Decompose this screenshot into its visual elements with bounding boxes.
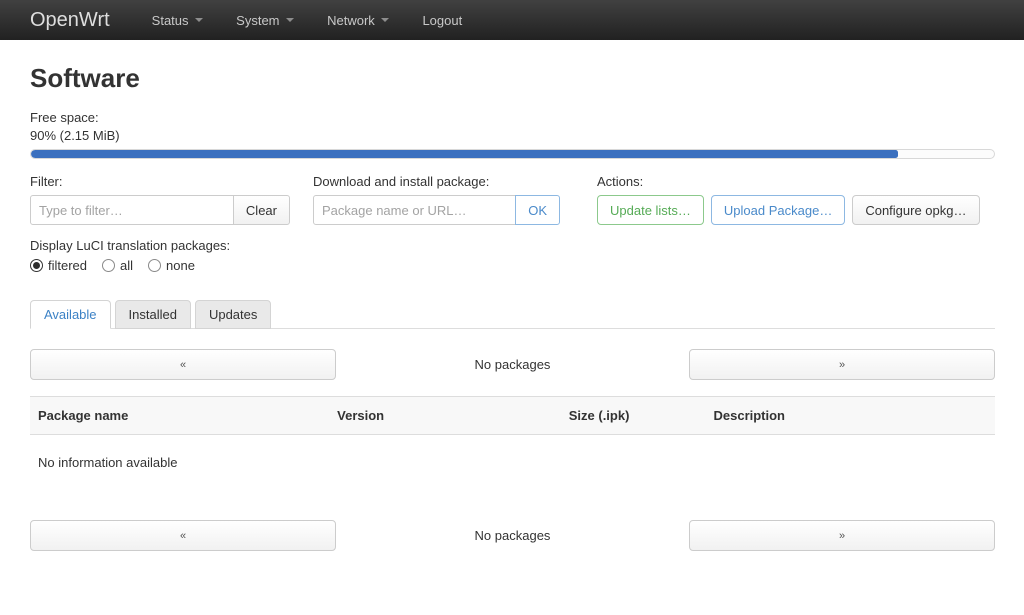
free-space-label: Free space: xyxy=(30,109,995,127)
configure-opkg-button[interactable]: Configure opkg… xyxy=(852,195,979,225)
pager-bottom: « No packages » xyxy=(30,520,995,551)
nav-item-status[interactable]: Status xyxy=(152,13,203,28)
nav-item-network[interactable]: Network xyxy=(327,13,389,28)
chevron-down-icon xyxy=(195,18,203,22)
table-header-row: Package name Version Size (.ipk) Descrip… xyxy=(30,396,995,435)
clear-button[interactable]: Clear xyxy=(233,195,290,225)
nav-item-system[interactable]: System xyxy=(236,13,293,28)
update-lists-button[interactable]: Update lists… xyxy=(597,195,704,225)
packages-table: Package name Version Size (.ipk) Descrip… xyxy=(30,396,995,482)
radio-icon xyxy=(148,259,161,272)
radio-icon xyxy=(102,259,115,272)
prev-page-button[interactable]: « xyxy=(30,349,336,380)
brand-logo[interactable]: OpenWrt xyxy=(30,9,110,32)
prev-page-button[interactable]: « xyxy=(30,520,336,551)
page-title: Software xyxy=(30,63,995,94)
nav-item-logout[interactable]: Logout xyxy=(422,13,462,28)
column-header-size: Size (.ipk) xyxy=(561,397,706,434)
translation-label: Display LuCI translation packages: xyxy=(30,238,995,253)
nav-system-label: System xyxy=(236,13,279,28)
radio-all-label: all xyxy=(120,258,133,273)
radio-none-label: none xyxy=(166,258,195,273)
radio-option-filtered[interactable]: filtered xyxy=(30,258,87,273)
free-space-value: 90% (2.15 MiB) xyxy=(30,127,995,145)
upload-package-button[interactable]: Upload Package… xyxy=(711,195,845,225)
free-space-section: Free space: 90% (2.15 MiB) xyxy=(30,109,995,159)
filter-section: Filter: Clear xyxy=(30,174,290,225)
free-space-progress-fill xyxy=(31,150,898,158)
column-header-version: Version xyxy=(329,397,561,434)
table-empty-message: No information available xyxy=(30,435,995,482)
translation-section: Display LuCI translation packages: filte… xyxy=(30,238,995,273)
radio-filtered-label: filtered xyxy=(48,258,87,273)
controls-row: Filter: Clear Download and install packa… xyxy=(30,174,995,225)
filter-input[interactable] xyxy=(30,195,234,225)
tab-bar: Available Installed Updates xyxy=(30,300,995,329)
main-content: Software Free space: 90% (2.15 MiB) Filt… xyxy=(0,63,1024,551)
download-label: Download and install package: xyxy=(313,174,560,189)
column-header-package-name: Package name xyxy=(30,397,329,434)
actions-label: Actions: xyxy=(597,174,995,189)
nav-status-label: Status xyxy=(152,13,189,28)
ok-button[interactable]: OK xyxy=(515,195,560,225)
chevron-down-icon xyxy=(286,18,294,22)
radio-option-none[interactable]: none xyxy=(148,258,195,273)
next-page-button[interactable]: » xyxy=(689,520,995,551)
actions-section: Actions: Update lists… Upload Package… C… xyxy=(597,174,995,225)
tab-available[interactable]: Available xyxy=(30,300,111,329)
navbar: OpenWrt Status System Network Logout xyxy=(0,0,1024,40)
main-nav: Status System Network Logout xyxy=(152,13,493,28)
next-page-button[interactable]: » xyxy=(689,349,995,380)
pager-top: « No packages » xyxy=(30,349,995,380)
nav-network-label: Network xyxy=(327,13,375,28)
tab-installed[interactable]: Installed xyxy=(115,300,191,329)
free-space-progressbar xyxy=(30,149,995,159)
tab-updates[interactable]: Updates xyxy=(195,300,271,329)
radio-icon xyxy=(30,259,43,272)
pager-status: No packages xyxy=(336,357,689,372)
chevron-down-icon xyxy=(381,18,389,22)
pager-status: No packages xyxy=(336,528,689,543)
filter-label: Filter: xyxy=(30,174,290,189)
download-section: Download and install package: OK xyxy=(313,174,560,225)
column-header-description: Description xyxy=(705,397,995,434)
radio-option-all[interactable]: all xyxy=(102,258,133,273)
package-url-input[interactable] xyxy=(313,195,516,225)
nav-logout-label: Logout xyxy=(422,13,462,28)
